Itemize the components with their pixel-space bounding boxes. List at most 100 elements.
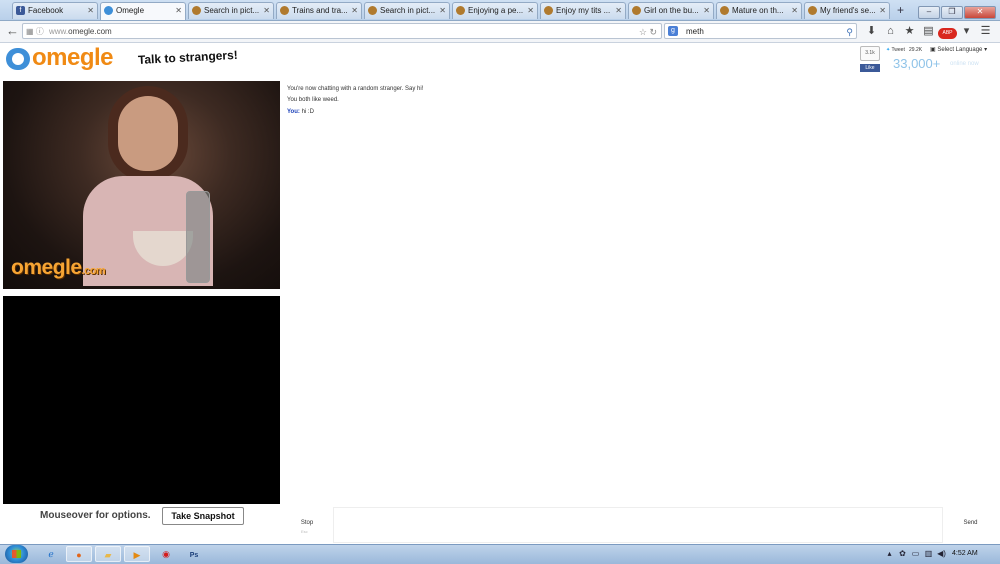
search-icon[interactable]: ⚲ [846,24,853,40]
address-bar[interactable]: ▦ ⓘ www.omegle.com ☆ ↻ [22,23,662,39]
omegle-icon [104,6,113,15]
monkey-icon [456,6,465,15]
translate-icon: ▣ [930,47,936,53]
network-icon[interactable]: ▥ [922,547,935,561]
tab-facebook[interactable]: f Facebook ✕ [12,2,98,19]
google-icon[interactable]: g [668,26,678,36]
tab-title: Enjoy my tits ... [556,6,611,15]
watermark-text: omegle [11,256,82,279]
stop-label: Stop [300,520,314,526]
close-tab-icon[interactable]: ✕ [439,3,446,19]
chat-message: You: hi :D [287,109,314,115]
tweet-label: Tweet [891,47,905,53]
close-tab-icon[interactable]: ✕ [175,3,182,19]
close-tab-icon[interactable]: ✕ [87,3,94,19]
url-prefix: www. [49,27,69,36]
navigation-bar: ← ▦ ⓘ www.omegle.com ☆ ↻ g meth ⚲ ⬇ ⌂ ★ ▤ AB… [0,21,1000,43]
windows-taskbar: ℯ ● ▰ ▶ ◉ Ps ▴ ✿ ▭ ▥ ◀) 4:52 AM [0,544,1000,564]
restore-icon[interactable]: ❐ [941,6,963,19]
tweet-count: 29.2K [909,47,923,53]
send-button[interactable]: Send [947,507,994,543]
start-button-icon[interactable] [5,545,28,563]
tab-enjoy[interactable]: Enjoy my tits ... ✕ [540,2,626,19]
site-identity-icon[interactable]: ▦ ⓘ [26,24,44,40]
close-tab-icon[interactable]: ✕ [703,3,710,19]
close-tab-icon[interactable]: ✕ [263,3,270,19]
online-count: 33,000+ [893,56,941,71]
taskbar-clock[interactable]: 4:52 AM [952,547,978,561]
twitter-bird-icon: ✦ [886,47,891,53]
browser-tab-strip: f Facebook ✕ Omegle ✕ Search in pict... … [0,0,1000,21]
folder-icon[interactable]: ▰ [95,546,121,562]
stranger-video[interactable]: omegle.com [3,81,280,289]
close-tab-icon[interactable]: ✕ [615,3,622,19]
watermark-suffix: .com [81,265,106,277]
monkey-icon [632,6,641,15]
chevron-down-icon[interactable]: ▾ [957,24,976,38]
show-hidden-icons-icon[interactable]: ▴ [883,547,896,561]
facebook-like-button[interactable]: Like [860,64,880,72]
own-video[interactable] [3,296,280,504]
url-domain: omegle.com [68,27,112,36]
display-icon[interactable]: ▭ [909,547,922,561]
home-icon[interactable]: ⌂ [881,24,900,38]
search-input[interactable]: meth [686,24,704,40]
tab-title: Facebook [28,6,64,15]
tab-title: My friend's se... [820,6,876,15]
tab-title: Search in pict... [380,6,436,15]
window-controls: – ❐ ✕ [917,1,996,19]
tweet-button[interactable]: ✦ Tweet [886,47,905,53]
tab-title: Search in pict... [204,6,260,15]
back-arrow-icon[interactable]: ← [6,24,19,38]
search-bar[interactable]: g meth ⚲ [664,23,857,39]
chat-log: You're now chatting with a random strang… [284,81,994,504]
reload-icon[interactable]: ☆ ↻ [639,24,657,40]
opera-icon[interactable]: ◉ [153,546,179,562]
omegle-watermark: omegle.com [11,256,106,280]
close-tab-icon[interactable]: ✕ [879,3,886,19]
close-tab-icon[interactable]: ✕ [527,3,534,19]
tab-title: Trains and tra... [292,6,348,15]
stranger-face [118,96,178,171]
tab-omegle[interactable]: Omegle ✕ [100,2,186,20]
bookmark-star-icon[interactable]: ★ [900,24,919,38]
adblock-icon[interactable]: ABP [938,24,957,39]
monkey-icon [368,6,377,15]
close-window-icon[interactable]: ✕ [964,6,996,19]
glass-bottle-object [186,191,210,283]
tab-enjoying[interactable]: Enjoying a pe... ✕ [452,2,538,19]
tab-mature[interactable]: Mature on th... ✕ [716,2,802,19]
monkey-icon [808,6,817,15]
close-tab-icon[interactable]: ✕ [791,3,798,19]
system-tray: ▴ ✿ ▭ ▥ ◀) [883,547,948,561]
new-tab-button[interactable]: + [897,2,904,18]
logo-text: omegle [32,44,114,71]
tagline: Talk to strangers! [137,47,239,67]
firefox-icon[interactable]: ● [66,546,92,562]
tray-app-icon[interactable]: ✿ [896,547,909,561]
stop-hint: Esc [301,529,308,534]
media-player-icon[interactable]: ▶ [124,546,150,562]
close-tab-icon[interactable]: ✕ [351,3,358,19]
tab-search-2[interactable]: Search in pict... ✕ [364,2,450,19]
chat-message-input[interactable] [333,507,943,543]
online-label: online now [950,61,979,67]
volume-icon[interactable]: ◀) [935,547,948,561]
bookmarks-list-icon[interactable]: ▤ [919,24,938,38]
tab-girl[interactable]: Girl on the bu... ✕ [628,2,714,19]
tab-friend[interactable]: My friend's se... ✕ [804,2,890,19]
tab-trains[interactable]: Trains and tra... ✕ [276,2,362,19]
tab-title: Mature on th... [732,6,784,15]
take-snapshot-button[interactable]: Take Snapshot [162,507,244,525]
plus-one-button[interactable]: 3.1k [860,46,880,61]
minimize-icon[interactable]: – [918,6,940,19]
stop-button[interactable]: Stop Esc [284,507,330,543]
ie-icon[interactable]: ℯ [38,546,64,562]
language-select[interactable]: ▣ Select Language ▾ [930,46,987,53]
toolbar-icons: ⬇ ⌂ ★ ▤ ABP ▾ ☰ [862,24,995,39]
tab-search-1[interactable]: Search in pict... ✕ [188,2,274,19]
language-select-label: Select Language [937,47,983,53]
photoshop-icon[interactable]: Ps [181,546,207,562]
download-icon[interactable]: ⬇ [862,24,881,38]
menu-icon[interactable]: ☰ [976,24,995,38]
